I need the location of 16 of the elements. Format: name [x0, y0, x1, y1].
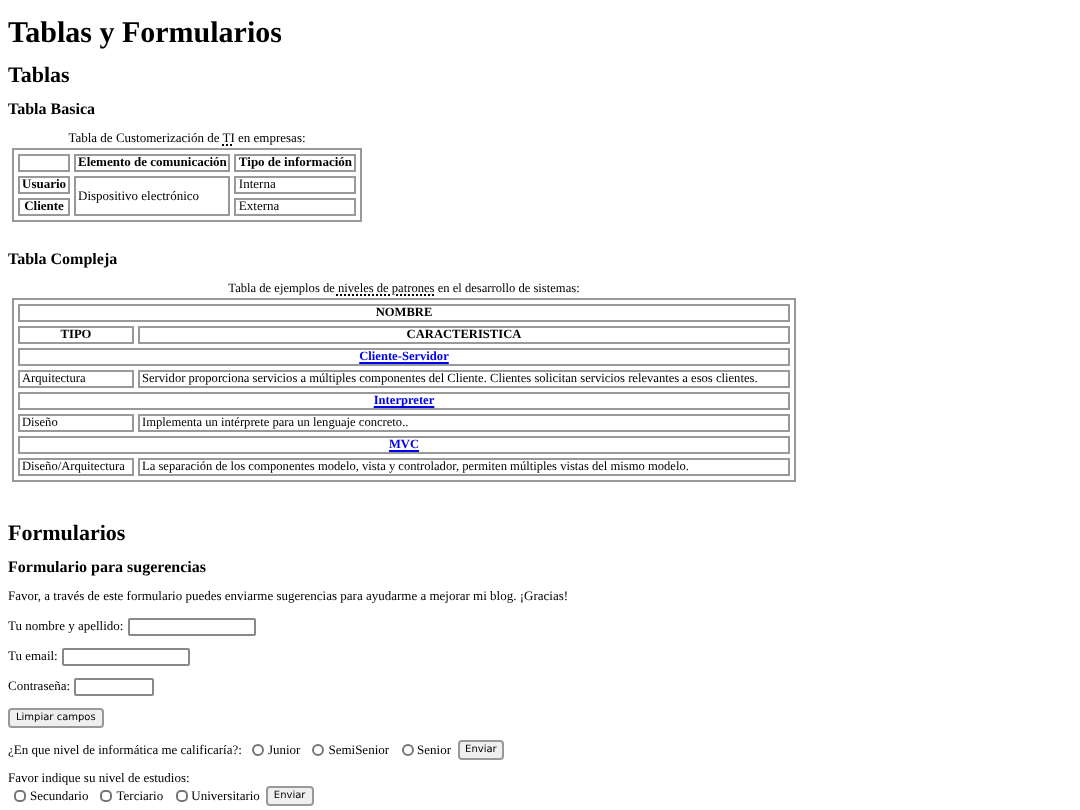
- checkbox[interactable]: [100, 790, 113, 802]
- section-heading: Formularios: [8, 522, 128, 546]
- page-title: Tablas y Formularios: [8, 18, 284, 52]
- input-field[interactable]: [127, 618, 256, 636]
- checkbox[interactable]: [175, 790, 188, 802]
- section-heading: Tablas: [8, 64, 72, 88]
- checkbox[interactable]: [14, 790, 26, 802]
- subsection-heading: Formulario para sugerencias: [8, 558, 208, 576]
- input-field[interactable]: [74, 678, 155, 696]
- radio-button[interactable]: [312, 744, 325, 756]
- table-header-cell: [18, 154, 71, 172]
- subsection-heading: Tabla Basica: [8, 100, 97, 118]
- radio-button[interactable]: [251, 744, 264, 756]
- radio-button[interactable]: [401, 744, 414, 756]
- input-field[interactable]: [61, 648, 190, 666]
- subsection-heading: Tabla Compleja: [8, 250, 120, 268]
